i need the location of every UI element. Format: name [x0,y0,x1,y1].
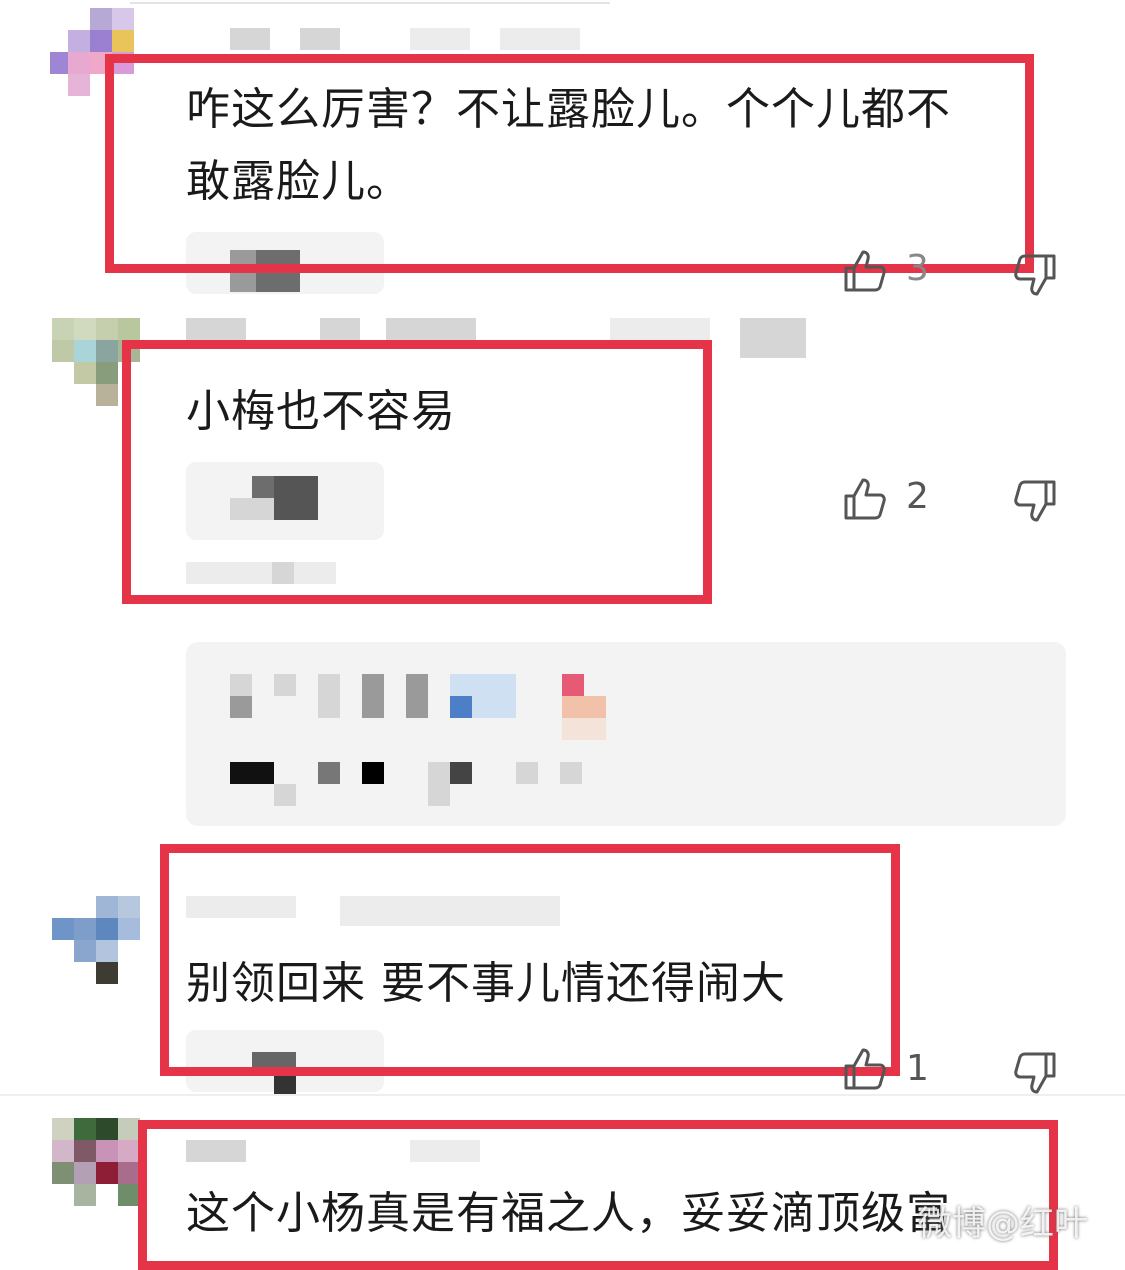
username-blurred [320,318,360,340]
top-divider [130,2,610,4]
meta-blurred [740,318,806,358]
highlight-box [105,54,1034,273]
comment-divider [0,1094,1125,1096]
like-count: 2 [906,476,929,517]
meta-blurred [410,28,470,50]
watermark: 微博@红叶 [918,1204,1088,1244]
like-count: 3 [906,248,929,289]
username-blurred[interactable] [230,28,270,50]
username-blurred [386,318,476,340]
meta-blurred [610,318,710,340]
avatar[interactable] [52,1118,142,1208]
highlight-box [138,1120,1058,1270]
thumbs-up-icon[interactable] [842,476,888,522]
highlight-box [122,340,712,604]
username-blurred [300,28,340,50]
avatar[interactable] [52,896,142,986]
like-count: 1 [906,1048,929,1089]
thumbs-down-icon[interactable] [1012,252,1058,298]
thumbs-down-icon[interactable] [1012,1050,1058,1096]
highlight-box [160,844,900,1076]
replies-preview[interactable] [186,642,1066,826]
meta-blurred [500,28,580,50]
thumbs-up-icon[interactable] [842,1046,888,1092]
thumbs-down-icon[interactable] [1012,478,1058,524]
thumbs-up-icon[interactable] [842,248,888,294]
username-blurred[interactable] [186,318,246,340]
